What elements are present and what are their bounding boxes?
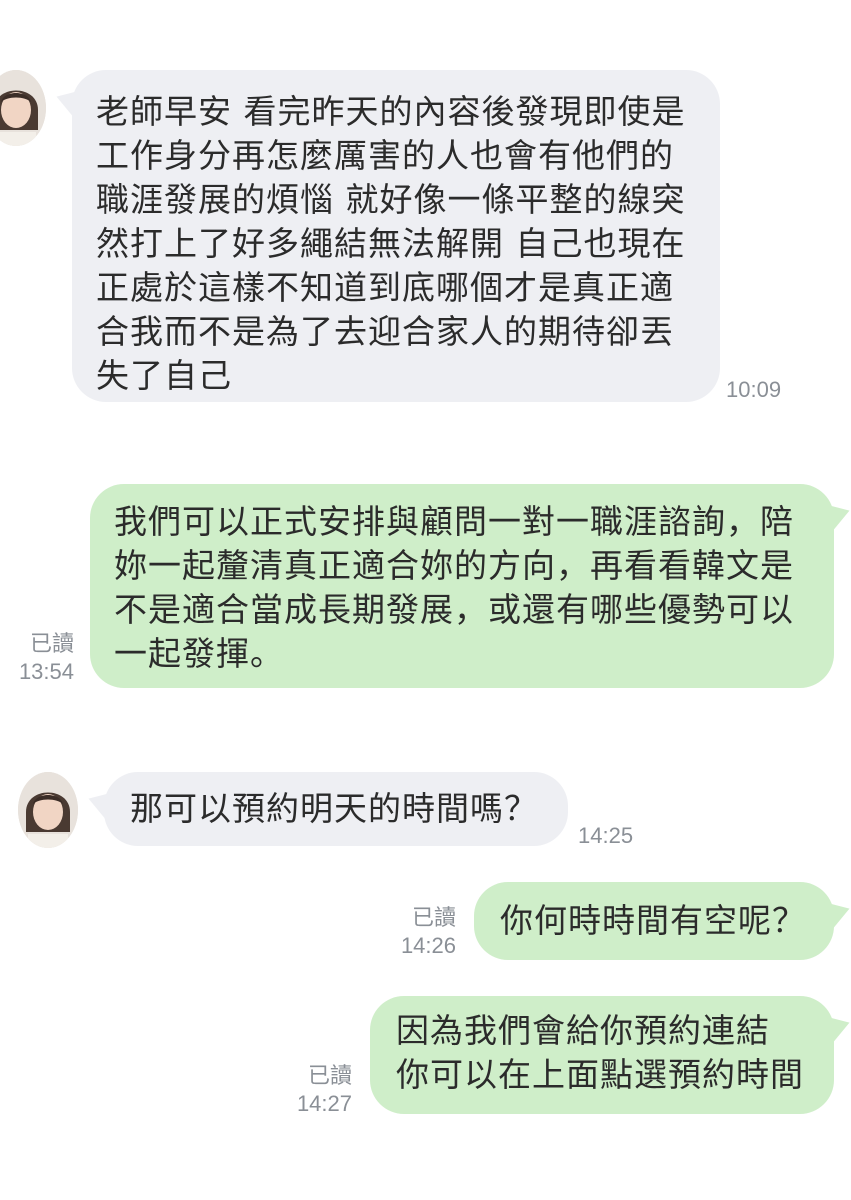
message-text: 老師早安 看完昨天的內容後發現即使是 工作身分再怎麼厲害的人也會有他們的 職涯發… xyxy=(96,92,686,395)
read-receipt: 已讀 xyxy=(29,631,74,656)
message-time: 14:25 xyxy=(578,823,634,848)
message-time: 13:54 xyxy=(18,659,74,684)
message-meta: 14:25 xyxy=(578,822,648,850)
message-bubble-incoming[interactable]: 那可以預約明天的時間嗎？ xyxy=(104,772,568,846)
message-meta: 已讀 14:26 xyxy=(388,904,456,960)
avatar-photo-icon xyxy=(0,70,46,146)
contact-avatar[interactable] xyxy=(0,70,46,146)
message-bubble-outgoing[interactable]: 我們可以正式安排與顧問一對一職涯諮詢，陪 妳一起釐清真正適合妳的方向，再看看韓文… xyxy=(90,484,834,688)
contact-avatar[interactable] xyxy=(18,772,78,848)
message-text: 那可以預約明天的時間嗎？ xyxy=(130,789,538,828)
message-meta: 已讀 14:27 xyxy=(284,1062,352,1118)
message-meta: 已讀 13:54 xyxy=(8,630,74,686)
message-time: 10:09 xyxy=(726,377,782,402)
message-bubble-outgoing[interactable]: 因為我們會給你預約連結 你可以在上面點選預約時間 xyxy=(370,996,834,1114)
read-receipt: 已讀 xyxy=(307,1063,352,1088)
message-text: 你何時時間有空呢？ xyxy=(500,901,806,940)
chat-thread: 老師早安 看完昨天的內容後發現即使是 工作身分再怎麼厲害的人也會有他們的 職涯發… xyxy=(0,0,851,1200)
message-bubble-incoming[interactable]: 老師早安 看完昨天的內容後發現即使是 工作身分再怎麼厲害的人也會有他們的 職涯發… xyxy=(72,70,720,402)
read-receipt: 已讀 xyxy=(411,905,456,930)
message-meta: 10:09 xyxy=(726,376,796,404)
message-bubble-outgoing[interactable]: 你何時時間有空呢？ xyxy=(474,882,834,960)
avatar-photo-icon xyxy=(18,772,78,848)
message-text: 我們可以正式安排與顧問一對一職涯諮詢，陪 妳一起釐清真正適合妳的方向，再看看韓文… xyxy=(114,502,794,673)
message-time: 14:26 xyxy=(400,933,456,958)
message-time: 14:27 xyxy=(296,1091,352,1116)
message-text: 因為我們會給你預約連結 你可以在上面點選預約時間 xyxy=(396,1011,804,1094)
